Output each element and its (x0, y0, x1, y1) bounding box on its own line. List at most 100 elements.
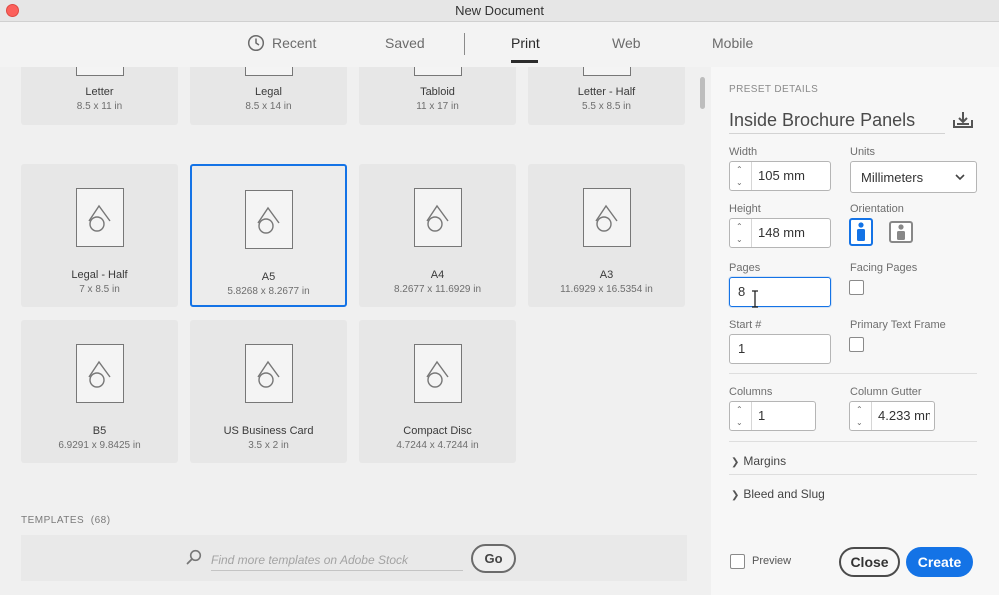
document-icon (413, 67, 462, 76)
height-label: Height (729, 203, 761, 215)
preset-size: 7 x 8.5 in (79, 284, 120, 295)
units-label: Units (850, 146, 876, 158)
columns-stepper-arrows: ⌃ ⌄ (730, 402, 752, 430)
height-decrement-icon[interactable]: ⌄ (736, 236, 743, 244)
go-button[interactable]: Go (471, 544, 516, 573)
margins-label: Margins (743, 454, 787, 468)
preset-card-compact-disc[interactable]: Compact Disc 4.7244 x 4.7244 in (359, 320, 516, 463)
tab-print[interactable]: Print (511, 35, 540, 51)
preset-card-us-business-card[interactable]: US Business Card 3.5 x 2 in (190, 320, 347, 463)
chevron-down-icon (955, 174, 965, 181)
document-icon (75, 344, 124, 403)
scroll-thumb[interactable] (700, 77, 705, 109)
height-input[interactable] (758, 225, 826, 240)
preset-card-tabloid[interactable]: Tabloid 11 x 17 in (359, 67, 516, 125)
height-stepper: ⌃ ⌄ (729, 218, 831, 248)
primary-text-frame-checkbox[interactable] (849, 337, 864, 352)
document-icon (413, 344, 462, 403)
preset-size: 8.2677 x 11.6929 in (393, 284, 482, 295)
columns-stepper: ⌃ ⌄ (729, 401, 816, 431)
stock-search-input[interactable] (211, 549, 463, 571)
text-cursor-icon (752, 290, 758, 308)
bleed-slug-disclosure[interactable]: ❯ Bleed and Slug (731, 487, 825, 501)
height-increment-icon[interactable]: ⌃ (736, 223, 743, 231)
preset-card-letter[interactable]: Letter 8.5 x 11 in (21, 67, 178, 125)
preset-card-legal[interactable]: Legal 8.5 x 14 in (190, 67, 347, 125)
preset-name: Tabloid (420, 86, 455, 98)
tab-mobile[interactable]: Mobile (712, 35, 753, 51)
columns-label: Columns (729, 386, 773, 398)
preset-name: Letter (85, 86, 114, 98)
gutter-increment-icon[interactable]: ⌃ (856, 406, 863, 414)
preset-card-a5[interactable]: A5 5.8268 x 8.2677 in (190, 164, 347, 307)
gutter-decrement-icon[interactable]: ⌄ (856, 419, 863, 427)
preset-card-letter-half[interactable]: Letter - Half 5.5 x 8.5 in (528, 67, 685, 125)
portrait-orientation-icon[interactable] (849, 218, 873, 246)
width-input[interactable] (758, 168, 826, 183)
document-icon (244, 190, 293, 249)
chevron-right-icon: ❯ (731, 457, 740, 468)
preset-size: 4.7244 x 4.7244 in (396, 440, 479, 451)
preset-name: Compact Disc (403, 425, 472, 437)
save-preset-icon[interactable] (953, 111, 973, 129)
preset-grid: Letter 8.5 x 11 in Legal 8.5 x 14 in Tabloid… (0, 67, 700, 507)
margins-disclosure[interactable]: ❯ Margins (731, 454, 786, 468)
pages-label: Pages (729, 262, 761, 274)
preset-size: 11 x 17 in (416, 101, 459, 112)
columns-input[interactable] (758, 408, 811, 423)
orientation-label: Orientation (850, 203, 904, 215)
width-label: Width (729, 146, 758, 158)
width-stepper: ⌃ ⌄ (729, 161, 831, 191)
tab-recent[interactable]: Recent (272, 35, 316, 51)
landscape-orientation-icon[interactable] (889, 218, 913, 246)
section-divider (729, 441, 977, 442)
category-tabs: Recent Saved Print Web Mobile (0, 22, 999, 67)
document-icon (413, 188, 462, 247)
preset-size: 6.9291 x 9.8425 in (58, 440, 141, 451)
columns-increment-icon[interactable]: ⌃ (736, 406, 743, 414)
preset-name: Legal - Half (71, 269, 128, 281)
preset-size: 11.6929 x 16.5354 in (560, 284, 653, 295)
columns-decrement-icon[interactable]: ⌄ (736, 419, 743, 427)
preview-checkbox[interactable] (730, 554, 745, 569)
preset-size: 8.5 x 14 in (245, 101, 292, 112)
preset-card-a3[interactable]: A3 11.6929 x 16.5354 in (528, 164, 685, 307)
start-number-input[interactable] (738, 341, 823, 356)
primary-text-frame-label: Primary Text Frame (850, 319, 946, 331)
preset-card-a4[interactable]: A4 8.2677 x 11.6929 in (359, 164, 516, 307)
start-number-label: Start # (729, 319, 762, 331)
section-divider (729, 474, 977, 475)
column-gutter-input[interactable] (878, 408, 930, 423)
title-bar: New Document (0, 0, 999, 22)
preset-name: US Business Card (223, 425, 314, 437)
preset-name-field[interactable] (729, 108, 945, 134)
preset-card-b5[interactable]: B5 6.9291 x 9.8425 in (21, 320, 178, 463)
chevron-right-icon: ❯ (731, 490, 740, 501)
close-button[interactable]: Close (839, 547, 900, 577)
units-selected-value: Millimeters (861, 170, 924, 185)
bleed-slug-label: Bleed and Slug (743, 487, 825, 501)
tab-divider (464, 33, 465, 55)
document-icon (582, 67, 631, 76)
preset-card-legal-half[interactable]: Legal - Half 7 x 8.5 in (21, 164, 178, 307)
preset-name: A3 (599, 269, 614, 281)
units-dropdown[interactable]: Millimeters (850, 161, 977, 193)
width-increment-icon[interactable]: ⌃ (736, 166, 743, 174)
section-divider (729, 373, 977, 374)
preset-size: 5.5 x 8.5 in (582, 101, 631, 112)
templates-count: (68) (90, 515, 111, 526)
preset-name: A5 (261, 271, 276, 283)
gutter-stepper-arrows: ⌃ ⌄ (850, 402, 872, 430)
preset-size: 3.5 x 2 in (248, 440, 289, 451)
document-icon (75, 188, 124, 247)
preset-details-heading: PRESET DETAILS (729, 84, 819, 95)
facing-pages-checkbox[interactable] (849, 280, 864, 295)
gallery-scrollbar[interactable] (700, 77, 706, 517)
tab-web[interactable]: Web (612, 35, 641, 51)
create-button[interactable]: Create (906, 547, 973, 577)
pages-field (729, 277, 831, 307)
document-icon (244, 344, 293, 403)
clock-icon (247, 34, 265, 52)
width-decrement-icon[interactable]: ⌄ (736, 179, 743, 187)
tab-saved[interactable]: Saved (385, 35, 425, 51)
